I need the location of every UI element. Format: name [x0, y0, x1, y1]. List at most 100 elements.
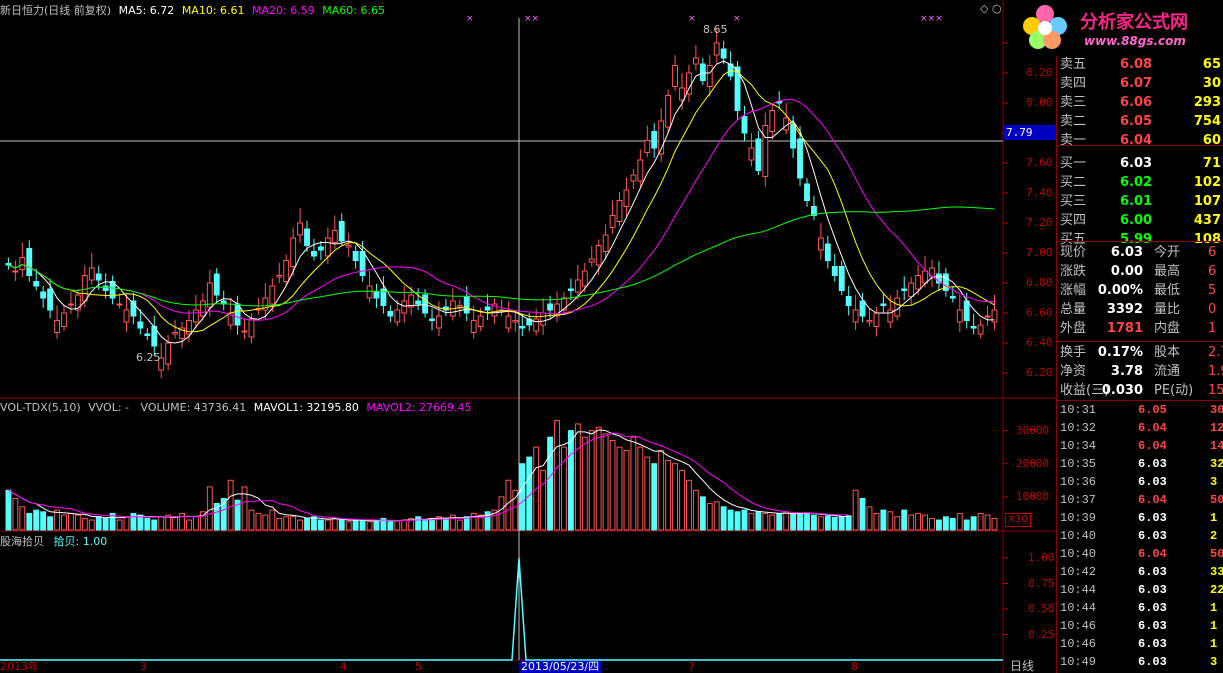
volume-tick: 20000: [1016, 456, 1050, 470]
tick-volume: 50: [1210, 547, 1223, 561]
indicator-spike: [0, 557, 1003, 661]
indicator-line: [0, 557, 1003, 661]
indicator-title: 股海拾贝: [0, 535, 44, 548]
stat-label-2: 今开: [1154, 245, 1181, 260]
order-label: 买三: [1060, 194, 1087, 209]
volume-bar: [769, 514, 776, 531]
candle-body: [324, 237, 331, 257]
tick-time: 10:36: [1060, 475, 1097, 489]
volume-bar: [158, 516, 165, 531]
tick-row: 10:49 6.03 3: [1058, 653, 1223, 671]
candle-body: [429, 318, 435, 321]
volume-bar: [248, 509, 255, 531]
candle-body: [630, 174, 637, 182]
order-volume: 102: [1193, 175, 1221, 190]
stat-label: 净资: [1060, 364, 1087, 379]
volume-bar: [26, 512, 33, 531]
candle-body: [297, 222, 304, 236]
volume-bar: [804, 512, 810, 531]
candle-body: [199, 300, 206, 317]
volume-bar: [255, 512, 262, 531]
circle-icon[interactable]: ○: [992, 2, 1002, 15]
candle-body: [26, 248, 33, 276]
tick-time: 10:34: [1060, 439, 1097, 453]
candle-body: [692, 57, 699, 65]
volume-bar: [949, 517, 956, 531]
candle-body: [12, 270, 19, 273]
stat-label-2: 流通: [1154, 364, 1181, 379]
volume-bar: [116, 519, 123, 531]
signal-marker: ×: [688, 14, 696, 24]
volume-bar: [283, 516, 290, 531]
vol-title: VOL-TDX(5,10): [0, 401, 81, 414]
candle-body: [609, 215, 616, 228]
stat-value-2: 0: [1208, 302, 1217, 317]
order-book-row: 卖四 6.07 30: [1058, 75, 1223, 93]
candle-body: [311, 251, 317, 257]
candle-body: [95, 273, 102, 281]
stat-value: 0.00%: [1097, 283, 1143, 298]
volume-bar: [609, 440, 616, 531]
order-volume: 437: [1193, 213, 1221, 228]
candle-body: [644, 140, 651, 153]
stats-row: 外盘 1781 内盘 1: [1058, 320, 1223, 338]
volume-bar: [984, 514, 991, 531]
candle-body: [984, 315, 991, 318]
volume-unit-box: X10: [1005, 513, 1031, 527]
price-tick: 7.00: [1026, 246, 1053, 259]
price-tick: 6.60: [1026, 306, 1053, 319]
volume-bar: [880, 509, 887, 531]
candle-body: [519, 326, 526, 329]
tick-time: 10:44: [1060, 583, 1097, 597]
candle-body: [345, 245, 352, 248]
candle-body: [567, 288, 574, 291]
panel-separator: [1056, 145, 1223, 146]
panel-separator: [1056, 400, 1223, 401]
volume-bar: [422, 519, 429, 531]
candle-body: [797, 138, 803, 179]
order-volume: 60: [1202, 133, 1221, 148]
order-volume: 293: [1193, 95, 1221, 110]
stat-label: 现价: [1060, 245, 1087, 260]
stat-value: 3392: [1106, 302, 1143, 317]
candle-body: [679, 87, 685, 101]
volume-bar: [838, 516, 845, 531]
signal-marker: ×××: [920, 14, 943, 24]
candle-body: [54, 320, 60, 333]
logo-title: 分析家公式网: [1080, 12, 1188, 33]
price-chart[interactable]: [0, 0, 1056, 673]
volume-bar: [40, 511, 47, 531]
price-tick: 8.00: [1026, 96, 1053, 109]
tick-price: 6.03: [1138, 529, 1167, 543]
price-tick: 7.20: [1026, 216, 1053, 229]
candle-body: [144, 333, 151, 336]
volume-bar: [908, 514, 915, 531]
price-tick: 8.20: [1026, 66, 1053, 79]
tick-volume: 1: [1210, 511, 1218, 525]
volume-bar: [915, 512, 922, 531]
volume-bar: [81, 517, 88, 531]
period-tab[interactable]: 日线: [1010, 660, 1034, 673]
stat-label-2: PE(动): [1154, 383, 1194, 398]
price-tick: 7.60: [1026, 156, 1053, 169]
volume-bar: [519, 463, 526, 531]
candle-body: [61, 312, 67, 327]
stat-value-2: 6: [1208, 264, 1217, 279]
diamond-icon[interactable]: ◇: [980, 2, 988, 15]
candle-body: [762, 125, 769, 177]
order-label: 卖三: [1060, 95, 1087, 110]
volume-bar: [227, 479, 234, 531]
stock-title: 新日恒力(日线 前复权): [0, 4, 112, 17]
panel-separator: [1056, 341, 1223, 342]
volume-bar: [748, 512, 755, 531]
indicator-header: 股海拾贝 拾贝: 1.00: [0, 535, 107, 548]
mavol2-value: MAVOL2: 27669.45: [366, 401, 472, 414]
volume-bar: [547, 436, 553, 531]
volume-bar: [137, 514, 144, 531]
ma20-value: MA20: 6.59: [252, 4, 315, 17]
order-book-row: 买三 6.01 107: [1058, 193, 1223, 211]
date-tick: 2013/05/23/四: [519, 660, 602, 673]
price-tick: 6.40: [1026, 336, 1053, 349]
candle-body: [755, 138, 762, 171]
tick-row: 10:40 6.04 50: [1058, 545, 1223, 563]
